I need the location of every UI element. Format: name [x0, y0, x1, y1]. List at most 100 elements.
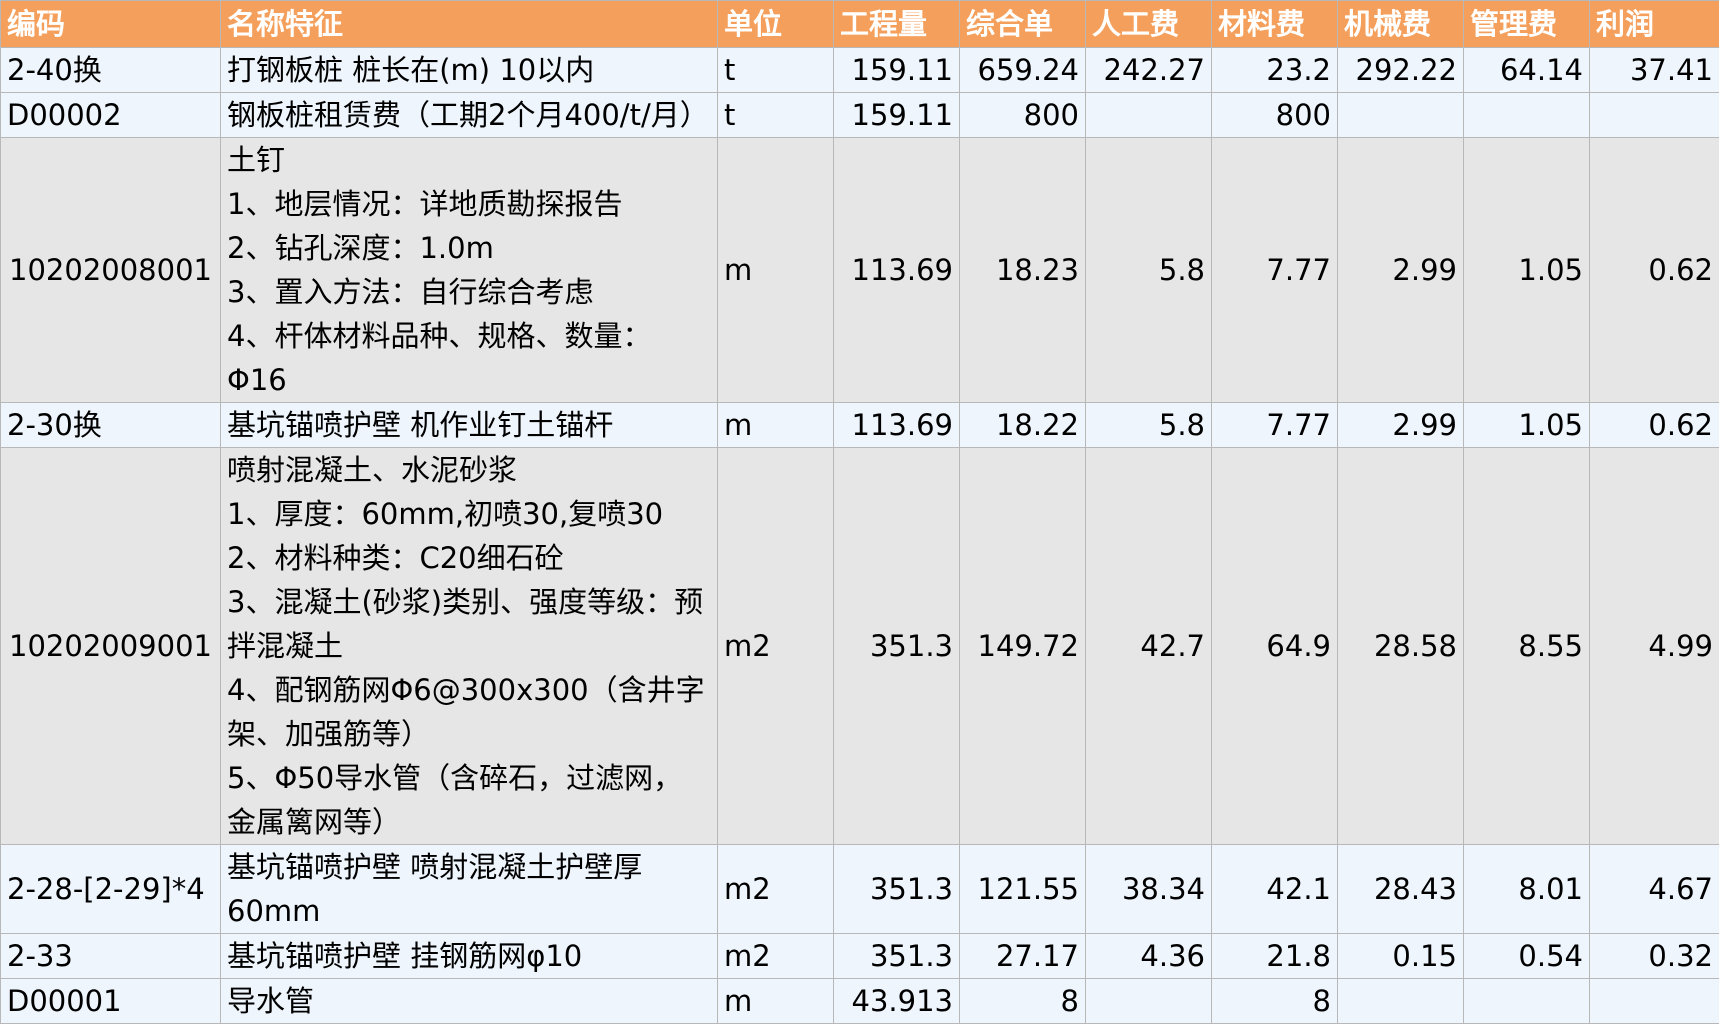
cell-management[interactable]: 1.05 — [1464, 138, 1590, 403]
cell-profit[interactable]: 4.67 — [1590, 845, 1719, 934]
header-management[interactable]: 管理费 — [1464, 1, 1590, 48]
cell-material[interactable]: 7.77 — [1212, 403, 1338, 448]
cell-description[interactable]: 打钢板桩 桩长在(m) 10以内 — [221, 48, 718, 93]
table-row: 2-30换 基坑锚喷护壁 机作业钉土锚杆 m 113.69 18.22 5.8 … — [1, 403, 1719, 448]
description-line: 4、杆体材料品种、规格、数量：Φ16 — [227, 314, 711, 402]
cell-machine[interactable] — [1338, 93, 1464, 138]
cell-material[interactable]: 800 — [1212, 93, 1338, 138]
cell-machine[interactable]: 28.43 — [1338, 845, 1464, 934]
cell-unit[interactable]: m2 — [718, 845, 834, 934]
cell-material[interactable]: 7.77 — [1212, 138, 1338, 403]
cell-quantity[interactable]: 113.69 — [834, 138, 960, 403]
cell-code[interactable]: 10202008001 — [1, 138, 221, 403]
header-unit[interactable]: 单位 — [718, 1, 834, 48]
header-description[interactable]: 名称特征 — [221, 1, 718, 48]
cell-management[interactable]: 8.55 — [1464, 448, 1590, 845]
cell-unit[interactable]: m — [718, 979, 834, 1024]
cell-description[interactable]: 导水管 — [221, 979, 718, 1024]
header-code[interactable]: 编码 — [1, 1, 221, 48]
cell-unit-price[interactable]: 8 — [960, 979, 1086, 1024]
cell-unit-price[interactable]: 659.24 — [960, 48, 1086, 93]
cell-code[interactable]: 2-40换 — [1, 48, 221, 93]
cell-code[interactable]: 10202009001 — [1, 448, 221, 845]
cell-profit[interactable]: 0.32 — [1590, 934, 1719, 979]
cell-profit[interactable]: 4.99 — [1590, 448, 1719, 845]
cell-quantity[interactable]: 351.3 — [834, 448, 960, 845]
cell-code[interactable]: 2-28-[2-29]*4 — [1, 845, 221, 934]
cell-code[interactable]: 2-33 — [1, 934, 221, 979]
cell-labor[interactable] — [1086, 979, 1212, 1024]
cell-unit-price[interactable]: 18.22 — [960, 403, 1086, 448]
cell-quantity[interactable]: 351.3 — [834, 934, 960, 979]
cell-unit-price[interactable]: 121.55 — [960, 845, 1086, 934]
cell-unit[interactable]: m2 — [718, 448, 834, 845]
cell-profit[interactable]: 0.62 — [1590, 138, 1719, 403]
cell-unit[interactable]: t — [718, 93, 834, 138]
cell-labor[interactable]: 242.27 — [1086, 48, 1212, 93]
header-material[interactable]: 材料费 — [1212, 1, 1338, 48]
cell-quantity[interactable]: 351.3 — [834, 845, 960, 934]
cell-management[interactable]: 1.05 — [1464, 403, 1590, 448]
description-line: 1、地层情况：详地质勘探报告 — [227, 182, 711, 226]
cell-code[interactable]: D00001 — [1, 979, 221, 1024]
cell-machine[interactable]: 2.99 — [1338, 403, 1464, 448]
cell-description[interactable]: 喷射混凝土、水泥砂浆 1、厚度：60mm,初喷30,复喷30 2、材料种类：C2… — [221, 448, 718, 845]
cell-labor[interactable]: 38.34 — [1086, 845, 1212, 934]
table-row: 10202008001 土钉 1、地层情况：详地质勘探报告 2、钻孔深度：1.0… — [1, 138, 1719, 403]
cell-machine[interactable]: 28.58 — [1338, 448, 1464, 845]
cell-unit[interactable]: m — [718, 403, 834, 448]
cell-description[interactable]: 基坑锚喷护壁 喷射混凝土护壁厚60mm — [221, 845, 718, 934]
cell-quantity[interactable]: 159.11 — [834, 48, 960, 93]
cell-labor[interactable] — [1086, 93, 1212, 138]
cell-unit-price[interactable]: 149.72 — [960, 448, 1086, 845]
cell-quantity[interactable]: 113.69 — [834, 403, 960, 448]
description-line: 1、厚度：60mm,初喷30,复喷30 — [227, 492, 711, 536]
cell-material[interactable]: 42.1 — [1212, 845, 1338, 934]
header-quantity[interactable]: 工程量 — [834, 1, 960, 48]
cell-machine[interactable] — [1338, 979, 1464, 1024]
cell-profit[interactable] — [1590, 93, 1719, 138]
cell-description[interactable]: 基坑锚喷护壁 机作业钉土锚杆 — [221, 403, 718, 448]
cell-unit[interactable]: m2 — [718, 934, 834, 979]
cell-material[interactable]: 23.2 — [1212, 48, 1338, 93]
header-unit-price[interactable]: 综合单 — [960, 1, 1086, 48]
cell-labor[interactable]: 4.36 — [1086, 934, 1212, 979]
header-row: 编码 名称特征 单位 工程量 综合单 人工费 材料费 机械费 管理费 利润 — [1, 1, 1719, 48]
cell-material[interactable]: 8 — [1212, 979, 1338, 1024]
cell-description[interactable]: 钢板桩租赁费（工期2个月400/t/月） — [221, 93, 718, 138]
cell-description[interactable]: 土钉 1、地层情况：详地质勘探报告 2、钻孔深度：1.0m 3、置入方法：自行综… — [221, 138, 718, 403]
cell-labor[interactable]: 42.7 — [1086, 448, 1212, 845]
header-profit[interactable]: 利润 — [1590, 1, 1719, 48]
cell-unit[interactable]: m — [718, 138, 834, 403]
cell-quantity[interactable]: 159.11 — [834, 93, 960, 138]
cell-management[interactable]: 64.14 — [1464, 48, 1590, 93]
cell-quantity[interactable]: 43.913 — [834, 979, 960, 1024]
cell-code[interactable]: 2-30换 — [1, 403, 221, 448]
header-machine[interactable]: 机械费 — [1338, 1, 1464, 48]
cell-material[interactable]: 21.8 — [1212, 934, 1338, 979]
cell-code[interactable]: D00002 — [1, 93, 221, 138]
cell-management[interactable]: 0.54 — [1464, 934, 1590, 979]
cell-profit[interactable]: 0.62 — [1590, 403, 1719, 448]
header-labor[interactable]: 人工费 — [1086, 1, 1212, 48]
cell-material[interactable]: 64.9 — [1212, 448, 1338, 845]
cell-profit[interactable]: 37.41 — [1590, 48, 1719, 93]
cell-management[interactable]: 8.01 — [1464, 845, 1590, 934]
description-line: 基坑锚喷护壁 喷射混凝土护壁厚60mm — [227, 845, 711, 933]
pricing-spreadsheet: 编码 名称特征 单位 工程量 综合单 人工费 材料费 机械费 管理费 利润 2-… — [0, 0, 1719, 1024]
cell-labor[interactable]: 5.8 — [1086, 403, 1212, 448]
cell-management[interactable] — [1464, 93, 1590, 138]
cell-description[interactable]: 基坑锚喷护壁 挂钢筋网φ10 — [221, 934, 718, 979]
cell-machine[interactable]: 0.15 — [1338, 934, 1464, 979]
table-row: 2-28-[2-29]*4 基坑锚喷护壁 喷射混凝土护壁厚60mm m2 351… — [1, 845, 1719, 934]
cell-management[interactable] — [1464, 979, 1590, 1024]
cell-machine[interactable]: 2.99 — [1338, 138, 1464, 403]
table-row: D00001 导水管 m 43.913 8 8 — [1, 979, 1719, 1024]
cell-unit-price[interactable]: 800 — [960, 93, 1086, 138]
cell-labor[interactable]: 5.8 — [1086, 138, 1212, 403]
cell-unit-price[interactable]: 27.17 — [960, 934, 1086, 979]
cell-unit-price[interactable]: 18.23 — [960, 138, 1086, 403]
cell-unit[interactable]: t — [718, 48, 834, 93]
cell-machine[interactable]: 292.22 — [1338, 48, 1464, 93]
cell-profit[interactable] — [1590, 979, 1719, 1024]
